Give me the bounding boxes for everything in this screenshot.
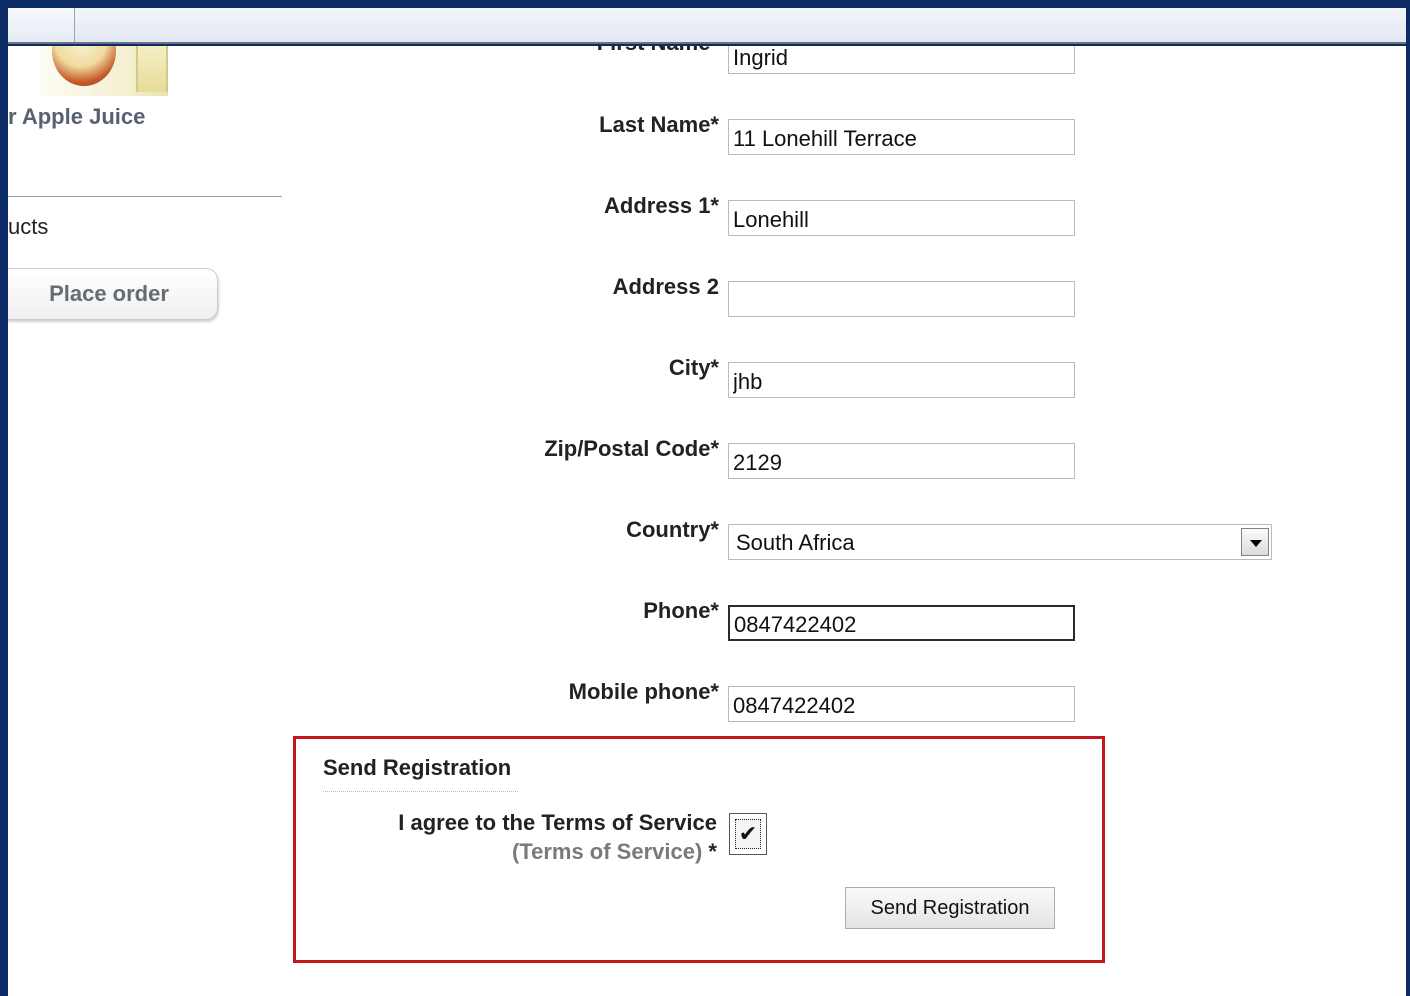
- tos-checkbox[interactable]: ✔: [729, 813, 767, 855]
- product-name-link[interactable]: r Apple Juice: [8, 104, 145, 130]
- page-content: r Apple Juice ucts Place order First Nam…: [8, 46, 1406, 996]
- tos-link[interactable]: (Terms of Service): [512, 839, 702, 864]
- checkmark-icon: ✔: [735, 819, 761, 849]
- send-registration-button[interactable]: Send Registration: [845, 887, 1055, 929]
- first-name-input[interactable]: [728, 46, 1075, 74]
- browser-toolbar: [8, 8, 1406, 44]
- phone-input[interactable]: [728, 605, 1075, 641]
- product-thumbnail[interactable]: [40, 46, 168, 96]
- mobile-phone-input[interactable]: [728, 686, 1075, 722]
- sidebar-divider: [8, 196, 282, 197]
- registration-section: Send Registration I agree to the Terms o…: [293, 736, 1105, 963]
- place-order-button[interactable]: Place order: [8, 268, 218, 320]
- city-input[interactable]: [728, 362, 1075, 398]
- toolbar-tab[interactable]: [8, 8, 75, 42]
- address2-label: Address 2: [612, 274, 719, 299]
- address1-label: Address 1*: [604, 193, 719, 218]
- registration-title: Send Registration: [323, 755, 512, 780]
- mobile-phone-label: Mobile phone*: [568, 679, 719, 704]
- zip-label: Zip/Postal Code*: [544, 436, 719, 461]
- address2-input[interactable]: [728, 281, 1075, 317]
- apple-image: [52, 46, 116, 86]
- last-name-label: Last Name*: [599, 112, 719, 137]
- phone-label: Phone*: [643, 598, 719, 623]
- zip-input[interactable]: [728, 443, 1075, 479]
- chevron-down-icon[interactable]: [1241, 528, 1269, 556]
- country-select[interactable]: South Africa: [728, 524, 1272, 560]
- registration-title-underline: [323, 791, 518, 792]
- sidebar-products-link[interactable]: ucts: [8, 214, 48, 240]
- city-label: City*: [668, 355, 719, 380]
- address1-input[interactable]: [728, 200, 1075, 236]
- tos-label: I agree to the Terms of Service: [398, 810, 717, 835]
- first-name-label: First Name*: [597, 46, 719, 56]
- country-select-value: South Africa: [736, 530, 855, 555]
- tos-required-mark: *: [702, 839, 717, 864]
- juice-glass-image: [136, 46, 168, 92]
- tos-sub-label: (Terms of Service) *: [512, 839, 717, 865]
- country-label: Country*: [626, 517, 719, 542]
- last-name-input[interactable]: [728, 119, 1075, 155]
